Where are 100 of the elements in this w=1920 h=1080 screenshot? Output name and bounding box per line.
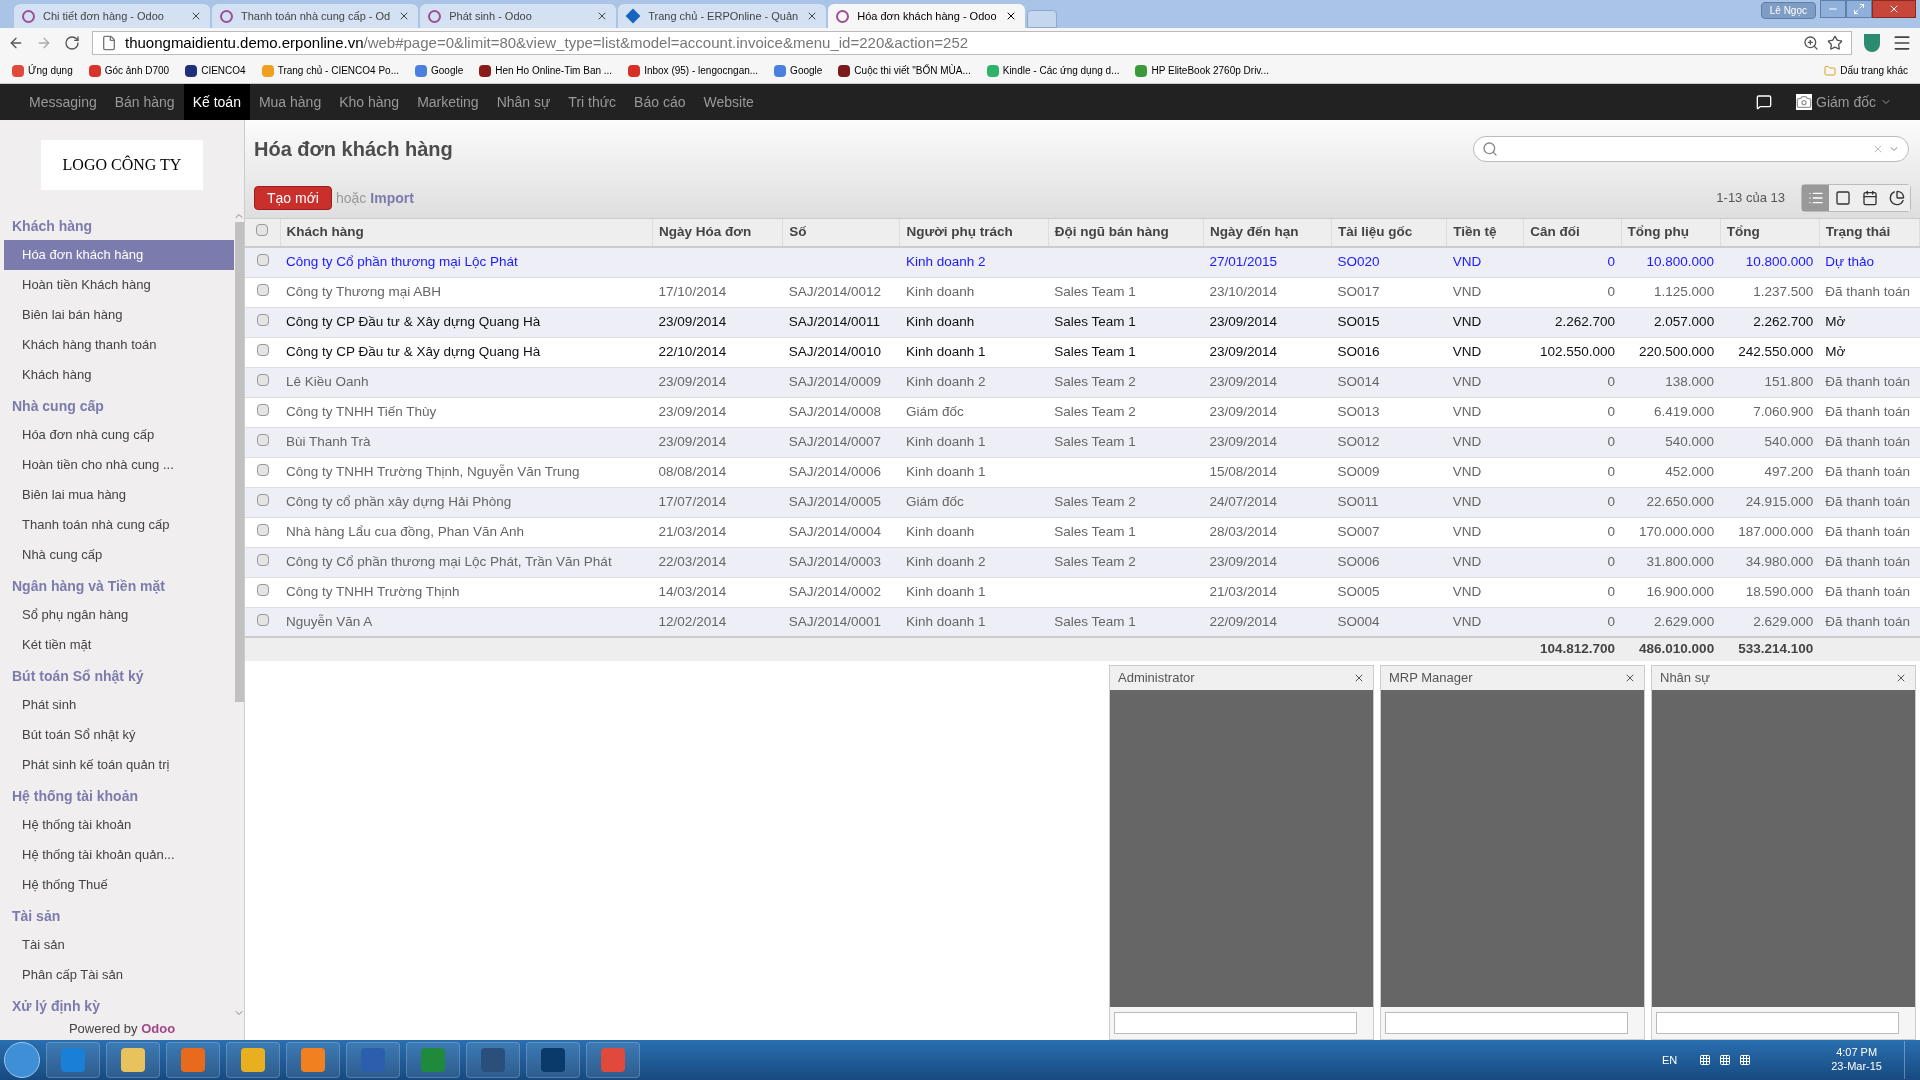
row-checkbox[interactable] <box>256 523 269 536</box>
taskbar-app-icon[interactable] <box>406 1042 460 1078</box>
column-header[interactable]: Đội ngũ bán hàng <box>1048 219 1204 247</box>
row-checkbox[interactable] <box>256 583 269 596</box>
scrollbar-thumb[interactable] <box>234 222 244 702</box>
sidebar-item[interactable]: Thanh toán nhà cung cấp <box>4 510 234 540</box>
tray-icon[interactable] <box>1699 1054 1712 1066</box>
taskbar-app-icon[interactable] <box>46 1042 100 1078</box>
row-checkbox[interactable] <box>256 403 269 416</box>
back-icon[interactable] <box>8 35 24 51</box>
language-indicator[interactable]: EN <box>1661 1051 1678 1069</box>
column-header[interactable]: Tổng <box>1720 219 1820 247</box>
tray-icon[interactable] <box>1739 1054 1752 1066</box>
taskbar-app-icon[interactable] <box>286 1042 340 1078</box>
nav-menu-item[interactable]: Marketing <box>408 84 488 120</box>
bookmark-link[interactable]: CIENCO4 <box>185 63 246 78</box>
row-checkbox[interactable] <box>256 553 269 566</box>
close-window-button[interactable] <box>1872 0 1916 18</box>
nav-menu-item[interactable]: Mua hàng <box>249 84 331 120</box>
chart-view-button[interactable] <box>1883 185 1910 211</box>
row-checkbox[interactable] <box>256 343 269 356</box>
column-header[interactable]: Tiền tệ <box>1446 219 1524 247</box>
browser-tab[interactable]: Phát sinh - Odoo <box>420 4 617 28</box>
sidebar-item[interactable]: Két tiền mặt <box>4 630 234 660</box>
reload-icon[interactable] <box>64 35 80 51</box>
forward-icon[interactable] <box>36 35 52 51</box>
chat-input[interactable] <box>1385 1012 1628 1034</box>
column-header[interactable]: Số <box>782 219 900 247</box>
sidebar-item[interactable]: Biên lai bán hàng <box>4 300 234 330</box>
row-checkbox[interactable] <box>256 493 269 506</box>
taskbar-app-icon[interactable] <box>106 1042 160 1078</box>
clear-icon[interactable] <box>1872 143 1884 155</box>
taskbar-app-icon[interactable] <box>586 1042 640 1078</box>
star-icon[interactable] <box>1827 35 1843 51</box>
row-checkbox[interactable] <box>256 313 269 326</box>
bookmark-link[interactable]: Inbox (95) - lengocngan... <box>628 63 759 78</box>
chat-icon[interactable] <box>1756 94 1773 110</box>
start-button[interactable] <box>4 1042 40 1078</box>
nav-menu-item[interactable]: Tri thức <box>559 84 626 120</box>
column-header[interactable]: Tổng phụ <box>1621 219 1721 247</box>
taskbar-app-icon[interactable] <box>166 1042 220 1078</box>
close-icon[interactable] <box>1624 672 1636 684</box>
avatar-icon[interactable] <box>1796 94 1813 110</box>
bookmark-link[interactable]: HP EliteBook 2760p Driv... <box>1135 63 1269 78</box>
nav-menu-item[interactable]: Website <box>694 84 763 120</box>
sidebar-item[interactable]: Phát sinh <box>4 690 234 720</box>
row-checkbox[interactable] <box>256 433 269 446</box>
column-header[interactable]: Ngày đến hạn <box>1203 219 1332 247</box>
nav-menu-item[interactable]: Nhân sự <box>487 84 560 120</box>
sidebar-item[interactable]: Biên lai mua hàng <box>4 480 234 510</box>
row-checkbox[interactable] <box>256 463 269 476</box>
menu-icon[interactable] <box>1892 33 1912 53</box>
browser-tab[interactable]: Trang chủ - ERPOnline - Quản <box>618 4 827 28</box>
nav-menu-item[interactable]: Kho hàng <box>330 84 409 120</box>
sidebar-item[interactable]: Phân cấp Tài sản <box>4 960 234 990</box>
sidebar-item[interactable]: Hệ thống tài khoản <box>4 810 234 840</box>
sidebar-item[interactable]: Hệ thống Thuế <box>4 870 234 900</box>
sidebar-item[interactable]: Hoàn tiền cho nhà cung ... <box>4 450 234 480</box>
nav-menu-item[interactable]: Báo cáo <box>625 84 695 120</box>
browser-tab[interactable]: Thanh toán nhà cung cấp - Od <box>212 4 419 28</box>
row-checkbox[interactable] <box>256 283 269 296</box>
nav-menu-item[interactable]: Bán hàng <box>105 84 184 120</box>
column-header[interactable]: Trạng thái <box>1819 219 1920 247</box>
close-icon[interactable] <box>1353 672 1365 684</box>
browser-tab[interactable]: Chi tiết đơn hàng - Odoo <box>14 4 210 28</box>
sidebar-item[interactable]: Hóa đơn khách hàng <box>4 240 234 270</box>
sidebar-item[interactable]: Khách hàng thanh toán <box>4 330 234 360</box>
sidebar-item[interactable]: Khách hàng <box>4 360 234 390</box>
close-icon[interactable] <box>1895 672 1907 684</box>
sidebar-item[interactable]: Tài sản <box>4 930 234 960</box>
taskbar-app-icon[interactable] <box>526 1042 580 1078</box>
column-header[interactable]: Người phụ trách <box>899 219 1049 247</box>
bookmark-folder[interactable]: Dấu trang khác <box>1840 63 1908 78</box>
select-all-checkbox[interactable] <box>256 224 269 237</box>
sidebar-item[interactable]: Bút toán Sổ nhật ký <box>4 720 234 750</box>
sidebar-item[interactable]: Hệ thống tài khoản quản... <box>4 840 234 870</box>
maximize-button[interactable] <box>1846 0 1872 18</box>
tray-icon[interactable] <box>1719 1054 1732 1066</box>
create-button[interactable]: Tạo mới <box>254 186 332 210</box>
bookmark-link[interactable]: Kindle - Các ứng dụng d... <box>986 63 1120 78</box>
sidebar-item[interactable]: Hóa đơn nhà cung cấp <box>4 420 234 450</box>
bookmark-link[interactable]: Google <box>774 63 823 78</box>
bookmark-link[interactable]: Góc ảnh D700 <box>88 63 170 78</box>
row-checkbox[interactable] <box>256 373 269 386</box>
taskbar-app-icon[interactable] <box>346 1042 400 1078</box>
bookmark-link[interactable]: Google <box>415 63 464 78</box>
row-checkbox[interactable] <box>256 254 269 267</box>
bookmark-link[interactable]: Trang chủ - CIENCO4 Po... <box>261 63 399 78</box>
list-view-button[interactable] <box>1802 185 1829 211</box>
close-icon[interactable] <box>190 10 202 22</box>
column-header[interactable]: Tài liệu gốc <box>1331 219 1447 247</box>
bookmark-link[interactable]: Cuộc thi viết "BỐN MÙA... <box>838 63 971 78</box>
sidebar-item[interactable]: Nhà cung cấp <box>4 540 234 570</box>
sidebar-item[interactable]: Phát sinh kế toán quản trị <box>4 750 234 780</box>
nav-menu-item[interactable]: Messaging <box>20 84 106 120</box>
user-menu[interactable]: Giám đốc <box>1816 91 1876 113</box>
sidebar-item[interactable]: Hoàn tiền Khách hàng <box>4 270 234 300</box>
row-checkbox[interactable] <box>256 613 269 626</box>
browser-tab[interactable]: Hóa đơn khách hàng - Odoo <box>828 4 1025 28</box>
bookmark-link[interactable]: Ứng dụng <box>12 63 73 78</box>
